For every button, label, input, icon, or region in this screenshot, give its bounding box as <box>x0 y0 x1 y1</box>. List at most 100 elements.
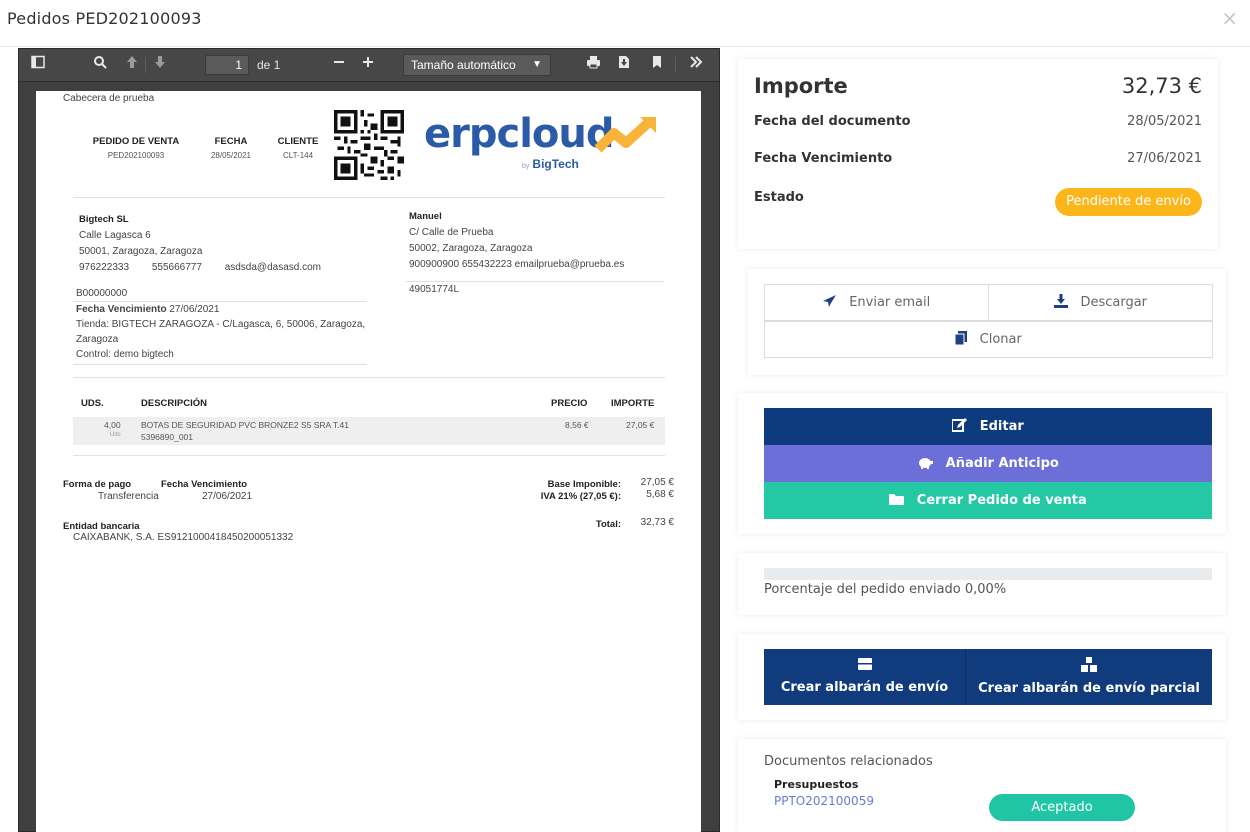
head-col-value: PED202100093 <box>107 151 165 160</box>
pdf-divider <box>73 377 665 378</box>
lines-header-desc: DESCRIPCIÓN <box>141 398 207 409</box>
page-count: de 1 <box>257 58 281 72</box>
issuer-code: B00000000 <box>76 288 128 299</box>
head-col-label: FECHA <box>214 136 248 147</box>
base-label: Base Imponible: <box>547 479 621 490</box>
more-tools-icon[interactable] <box>687 55 705 75</box>
create-partial-delivery-note-label: Crear albarán de envío parcial <box>978 681 1200 696</box>
actions-card: Enviar email Descargar Clonar <box>748 269 1226 375</box>
next-page-icon[interactable] <box>152 55 168 75</box>
lines-header-price: PRECIO <box>551 398 588 409</box>
pdf-divider <box>73 197 665 198</box>
head-col-value: 28/05/2021 <box>210 151 252 160</box>
box-icon <box>764 657 965 674</box>
sidebar-toggle-icon[interactable] <box>29 55 47 75</box>
logo-arrow-icon <box>594 117 656 153</box>
download-icon[interactable] <box>616 55 632 75</box>
folder-icon <box>889 493 909 508</box>
bookmark-icon[interactable] <box>650 55 664 75</box>
head-col-client: CLIENTE CLT-144 <box>268 136 328 160</box>
clone-label: Clonar <box>979 332 1022 347</box>
issuer-name: Bigtech SL <box>79 214 129 225</box>
shipped-progress-label: Porcentaje del pedido enviado 0,00% <box>764 582 1007 597</box>
add-advance-label: Añadir Anticipo <box>945 456 1059 471</box>
zoom-in-icon[interactable] <box>360 55 376 75</box>
download-icon <box>1053 294 1072 310</box>
head-col-label: PEDIDO DE VENTA <box>92 136 180 147</box>
pdf-divider <box>73 364 367 365</box>
pdf-page: Cabecera de prueba PEDIDO DE VENTA PED20… <box>36 91 701 832</box>
boxes-icon <box>966 657 1212 675</box>
bank-value: CAIXABANK, S.A. ES9121000418450200051332 <box>73 532 294 543</box>
logo-byline: by BigTech <box>522 157 579 171</box>
create-partial-delivery-note-button[interactable]: Crear albarán de envío parcial <box>965 649 1212 705</box>
toolbar-separator <box>145 57 146 73</box>
lines-header-amount: IMPORTE <box>611 398 655 409</box>
main-actions-card: Editar Añadir Anticipo Cerrar Pedido de … <box>738 393 1226 534</box>
related-docs-group: Presupuestos <box>774 778 859 791</box>
summary-title: Importe <box>754 74 848 98</box>
close-order-button[interactable]: Cerrar Pedido de venta <box>764 482 1212 519</box>
customer-contact: 900900900 655432223 emailprueba@prueba.e… <box>409 259 625 270</box>
print-icon[interactable] <box>584 55 602 75</box>
issuer-due-value: 27/06/2021 <box>169 304 220 315</box>
summary-card: Importe 32,73 € Fecha del documento 28/0… <box>738 59 1218 249</box>
pdf-header-text: Cabecera de prueba <box>63 93 155 104</box>
qr-code-image <box>334 110 404 180</box>
related-doc-status-badge: Aceptado <box>989 794 1135 821</box>
create-delivery-note-button[interactable]: Crear albarán de envío <box>764 649 965 705</box>
search-icon[interactable] <box>91 55 109 75</box>
line-desc: BOTAS DE SEGURIDAD PVC BRONZE2 S5 SRA T.… <box>141 420 349 430</box>
head-col-label: CLIENTE <box>277 136 319 147</box>
related-docs-title: Documentos relacionados <box>764 754 933 769</box>
issuer-due-label: Fecha Vencimiento <box>76 304 167 315</box>
total-value: 32,73 € <box>640 517 674 528</box>
send-email-label: Enviar email <box>849 295 931 310</box>
line-ref: 5396890_001 <box>141 432 194 442</box>
customer-city: 50002, Zaragoza, Zaragoza <box>409 243 533 254</box>
zoom-select-label: Tamaño automático <box>411 58 516 72</box>
issuer-details: Fecha Vencimiento 27/06/2021 Tienda: BIG… <box>76 302 376 362</box>
previous-page-icon[interactable] <box>124 55 140 75</box>
pdf-divider <box>73 455 665 456</box>
erpcloud-logo: erpcloud <box>424 111 614 157</box>
edit-button[interactable]: Editar <box>764 408 1212 445</box>
customer-nif: 49051774L <box>409 284 460 295</box>
summary-amount: 32,73 € <box>1121 74 1202 98</box>
page-number-input[interactable]: 1 <box>205 55 249 75</box>
zoom-out-icon[interactable] <box>331 55 347 75</box>
doc-date-value: 28/05/2021 <box>1127 114 1202 129</box>
line-price: 8,56 € <box>565 420 589 430</box>
zoom-select[interactable]: Tamaño automático ▼ <box>403 54 551 76</box>
head-col-order: PEDIDO DE VENTA PED202100093 <box>91 136 181 160</box>
related-doc-link[interactable]: PPTO202100059 <box>774 794 874 808</box>
issuer-street: Calle Lagasca 6 <box>79 230 151 241</box>
header-divider <box>0 46 1250 47</box>
line-unit: Uds <box>110 432 121 438</box>
close-order-label: Cerrar Pedido de venta <box>916 493 1087 508</box>
send-icon <box>822 294 841 310</box>
due-date-value: 27/06/2021 <box>1127 151 1202 166</box>
shipping-card: Crear albarán de envío Crear albarán de … <box>738 634 1226 720</box>
clone-button[interactable]: Clonar <box>764 321 1213 358</box>
download-button[interactable]: Descargar <box>988 284 1213 321</box>
copy-icon <box>954 331 971 347</box>
issuer-contact: 976222333 555666777 asdsda@dasasd.com <box>79 260 389 276</box>
send-email-button[interactable]: Enviar email <box>764 284 989 321</box>
line-qty: 4,00 <box>104 420 121 430</box>
customer-block: Manuel C/ Calle de Prueba 50002, Zaragoz… <box>409 209 689 273</box>
create-delivery-note-label: Crear albarán de envío <box>780 680 949 695</box>
issuer-control: Control: demo bigtech <box>76 349 174 360</box>
close-icon[interactable]: × <box>1221 8 1238 28</box>
payment-method-value: Transferencia <box>98 491 159 502</box>
head-col-value: CLT-144 <box>282 151 314 160</box>
due-date-label: Fecha Vencimiento <box>754 151 893 166</box>
pdf-toolbar: 1 de 1 Tamaño automático ▼ <box>19 49 719 82</box>
issuer-phone: 976222333 <box>79 262 130 273</box>
issuer-store-city: Zaragoza <box>76 334 119 345</box>
status-label: Estado <box>754 190 804 205</box>
add-advance-button[interactable]: Añadir Anticipo <box>764 445 1212 482</box>
download-label: Descargar <box>1080 295 1148 310</box>
head-col-date: FECHA 28/05/2021 <box>201 136 261 160</box>
related-docs-card: Documentos relacionados Presupuestos PPT… <box>738 739 1226 832</box>
